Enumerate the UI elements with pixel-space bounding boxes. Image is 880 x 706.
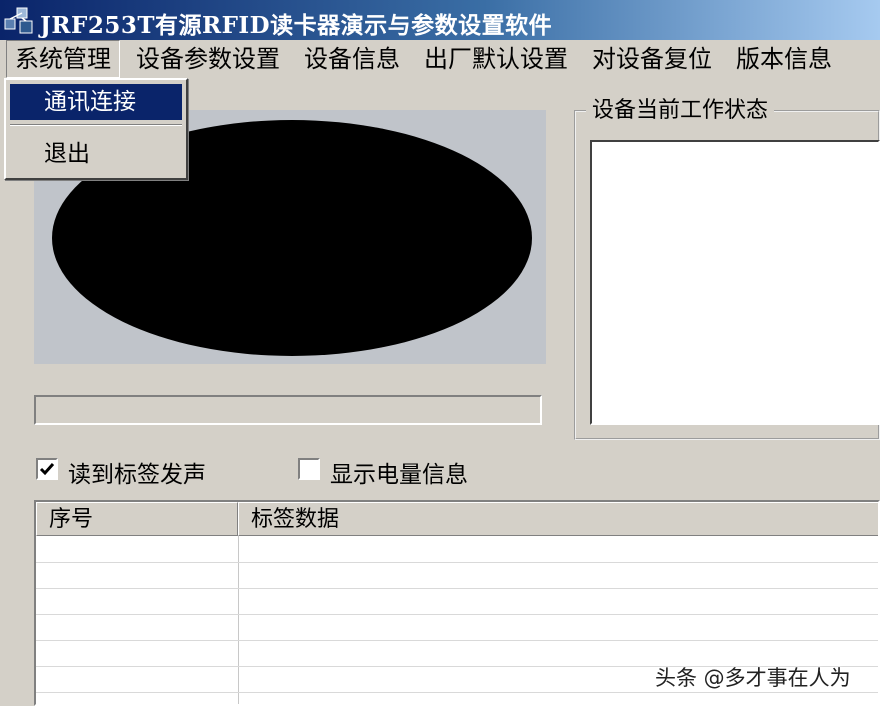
battery-checkbox[interactable] xyxy=(298,458,320,480)
table-row[interactable] xyxy=(36,692,878,693)
column-header-index[interactable]: 序号 xyxy=(36,502,238,536)
table-row[interactable] xyxy=(36,588,878,589)
progress-bar xyxy=(34,395,542,425)
watermark: 头条 @多才事在人为 xyxy=(655,666,851,690)
status-text-box[interactable] xyxy=(590,140,880,425)
beep-label[interactable]: 读到标签发声 xyxy=(68,455,206,489)
menu-device-parameters[interactable]: 设备参数设置 xyxy=(128,40,288,78)
title-bar: JRF253T有源RFID读卡器演示与参数设置软件 xyxy=(0,0,880,40)
table-row[interactable] xyxy=(36,640,878,641)
battery-label[interactable]: 显示电量信息 xyxy=(330,455,468,489)
window-title: JRF253T有源RFID读卡器演示与参数设置软件 xyxy=(40,12,553,39)
menu-item-connect[interactable]: 通讯连接 xyxy=(10,84,182,120)
menu-device-info[interactable]: 设备信息 xyxy=(296,40,408,78)
system-menu-dropdown: 通讯连接 退出 xyxy=(4,78,188,180)
column-header-tag-data[interactable]: 标签数据 xyxy=(238,502,878,536)
menu-version-info[interactable]: 版本信息 xyxy=(728,40,840,78)
menu-device-reset[interactable]: 对设备复位 xyxy=(584,40,720,78)
menu-item-exit[interactable]: 退出 xyxy=(10,136,182,172)
beep-checkbox[interactable] xyxy=(36,458,58,480)
menu-system-management[interactable]: 系统管理 xyxy=(6,40,120,78)
check-icon xyxy=(39,463,55,476)
menu-factory-defaults[interactable]: 出厂默认设置 xyxy=(416,40,576,78)
table-row[interactable] xyxy=(36,614,878,615)
table-row[interactable] xyxy=(36,562,878,563)
menu-separator xyxy=(10,124,182,126)
status-group-title: 设备当前工作状态 xyxy=(586,92,775,124)
menu-bar: 系统管理 设备参数设置 设备信息 出厂默认设置 对设备复位 版本信息 xyxy=(0,40,880,80)
app-icon xyxy=(4,7,33,34)
